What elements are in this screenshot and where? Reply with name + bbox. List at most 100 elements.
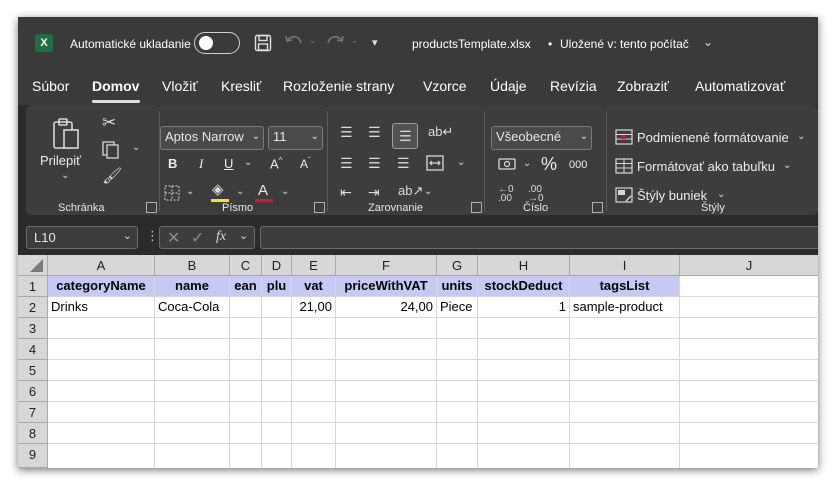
name-box[interactable]: L10 ⌄ [26, 226, 138, 249]
borders-dropdown-icon[interactable]: ⌄ [186, 187, 194, 197]
tab-insert[interactable]: Vložiť [162, 78, 198, 94]
save-icon[interactable] [254, 34, 272, 52]
format-painter-icon[interactable]: 🖌 [102, 169, 122, 185]
fill-color-icon[interactable]: ◈ [212, 182, 224, 197]
tab-data[interactable]: Údaje [490, 78, 527, 94]
chevron-down-icon[interactable]: ⌄ [783, 161, 791, 171]
increase-indent-icon[interactable]: ⇥ [368, 185, 380, 199]
chevron-down-icon: ⌄ [579, 131, 588, 142]
align-center-icon[interactable]: ☰ [368, 156, 381, 170]
chevron-down-icon[interactable]: ⌄ [797, 132, 805, 142]
paste-dropdown-icon[interactable]: ⌄ [61, 171, 69, 181]
copy-icon[interactable] [102, 141, 120, 161]
cut-icon[interactable]: ✂ [102, 114, 116, 131]
wrap-text-icon[interactable]: ab↵ [428, 125, 453, 138]
title-separator: • [548, 37, 553, 51]
tab-home[interactable]: Domov [92, 78, 139, 94]
tab-automate[interactable]: Automatizovať [695, 78, 785, 94]
customize-qat-icon[interactable]: ▾ [372, 36, 378, 49]
chevron-down-icon[interactable]: ⌄ [123, 229, 132, 242]
name-box-value: L10 [34, 230, 56, 245]
format-as-table-button[interactable]: Formátovať ako tabuľku [637, 159, 775, 174]
number-launcher-icon[interactable] [592, 202, 603, 213]
font-color-dropdown-icon[interactable]: ⌄ [281, 187, 289, 197]
orientation-icon[interactable]: ab↗ [398, 184, 423, 197]
copy-dropdown-icon[interactable]: ⌄ [132, 143, 140, 153]
comma-style-button[interactable]: 000 [569, 159, 587, 171]
tab-file[interactable]: Súbor [32, 78, 69, 94]
paste-icon[interactable] [51, 116, 81, 154]
font-size-select[interactable]: 11 ⌄ [268, 126, 323, 150]
alignment-launcher-icon[interactable] [471, 202, 482, 213]
align-bottom-icon: ☰ [399, 128, 412, 144]
tab-draw[interactable]: Kresliť [221, 78, 261, 94]
formula-buttons: ✕ ✓ fx ⌄ [159, 226, 255, 249]
italic-button[interactable]: I [199, 156, 203, 172]
formula-input[interactable] [260, 226, 818, 249]
format-as-table-icon[interactable] [615, 158, 633, 176]
accounting-format-icon[interactable] [498, 157, 516, 173]
align-middle-icon[interactable]: ☰ [368, 125, 381, 139]
cancel-icon[interactable]: ✕ [167, 228, 180, 248]
fill-color-dropdown-icon[interactable]: ⌄ [236, 187, 244, 197]
chevron-down-icon[interactable]: ⌄ [717, 190, 725, 200]
font-size-value: 11 [273, 129, 287, 144]
autosave-label: Automatické ukladanie [70, 37, 191, 51]
increase-decimal-icon[interactable]: ←0.00 [498, 185, 514, 204]
align-bottom-button[interactable]: ☰ [392, 123, 418, 149]
underline-button[interactable]: U [224, 156, 233, 171]
font-name-value: Aptos Narrow [165, 129, 244, 144]
save-status[interactable]: Uložené v: tento počítač [560, 37, 689, 51]
borders-icon[interactable] [164, 185, 180, 203]
align-right-icon[interactable]: ☰ [397, 156, 410, 170]
cell-styles-button[interactable]: Štýly buniek [637, 188, 707, 203]
font-launcher-icon[interactable] [314, 202, 325, 213]
conditional-formatting-button[interactable]: Podmienené formátovanie [637, 130, 789, 145]
conditional-formatting-icon[interactable] [615, 129, 633, 147]
tab-view[interactable]: Zobraziť [617, 78, 669, 94]
number-format-value: Všeobecné [496, 129, 562, 144]
orientation-dropdown-icon[interactable]: ⌄ [424, 187, 432, 197]
group-label-clipboard: Schránka [58, 202, 105, 214]
font-name-select[interactable]: Aptos Narrow ⌄ [160, 126, 264, 150]
insert-function-button[interactable]: fx [216, 229, 226, 245]
underline-dropdown-icon[interactable]: ⌄ [244, 158, 252, 168]
excel-window: X Automatické ukladanie ⌄ ⌄ ▾ productsTe… [18, 17, 818, 468]
merge-center-icon[interactable] [426, 155, 444, 173]
paste-label[interactable]: Prilepiť [40, 153, 81, 168]
decrease-decimal-icon[interactable]: .00 →0 [528, 185, 544, 204]
ribbon-separator [606, 111, 607, 211]
worksheet-grid[interactable]: A B C D E F G H I J 1 2 3 4 5 6 7 8 9 ca… [18, 255, 818, 468]
percent-style-button[interactable]: % [541, 154, 557, 175]
accounting-dropdown-icon[interactable]: ⌄ [523, 159, 531, 169]
cell-styles-icon[interactable] [615, 187, 633, 205]
chevron-down-icon[interactable]: ⌄ [239, 229, 248, 242]
undo-dropdown-icon[interactable]: ⌄ [309, 35, 317, 46]
autosave-toggle[interactable] [194, 32, 240, 54]
align-left-icon[interactable]: ☰ [340, 156, 353, 170]
font-color-icon[interactable]: A [258, 182, 268, 199]
tab-formulas[interactable]: Vzorce [423, 78, 467, 94]
decrease-indent-icon[interactable]: ⇤ [340, 185, 352, 199]
menu-bar: Súbor Domov Vložiť Kresliť Rozloženie st… [18, 73, 818, 105]
decrease-font-icon[interactable]: Aˇ [300, 156, 311, 171]
redo-icon[interactable] [324, 33, 346, 56]
number-format-select[interactable]: Všeobecné ⌄ [491, 126, 592, 150]
title-bar: X Automatické ukladanie ⌄ ⌄ ▾ productsTe… [18, 17, 818, 73]
enter-icon[interactable]: ✓ [191, 228, 204, 248]
ribbon-separator [484, 111, 485, 211]
tab-review[interactable]: Revízia [550, 78, 597, 94]
font-color-swatch [255, 199, 273, 202]
undo-icon[interactable] [283, 33, 305, 56]
chevron-down-icon: ⌄ [310, 131, 319, 142]
tab-page-layout[interactable]: Rozloženie strany [283, 78, 394, 94]
bold-button[interactable]: B [168, 156, 177, 171]
merge-dropdown-icon[interactable]: ⌄ [457, 158, 465, 168]
increase-font-icon[interactable]: A^ [270, 156, 282, 171]
clipboard-launcher-icon[interactable] [146, 202, 157, 213]
redo-dropdown-icon[interactable]: ⌄ [351, 35, 359, 46]
group-label-font: Písmo [222, 202, 254, 214]
formula-bar-grip-icon[interactable]: ⋮ [146, 228, 159, 244]
align-top-icon[interactable]: ☰ [340, 125, 353, 139]
chevron-down-icon[interactable]: ⌄ [703, 35, 713, 49]
